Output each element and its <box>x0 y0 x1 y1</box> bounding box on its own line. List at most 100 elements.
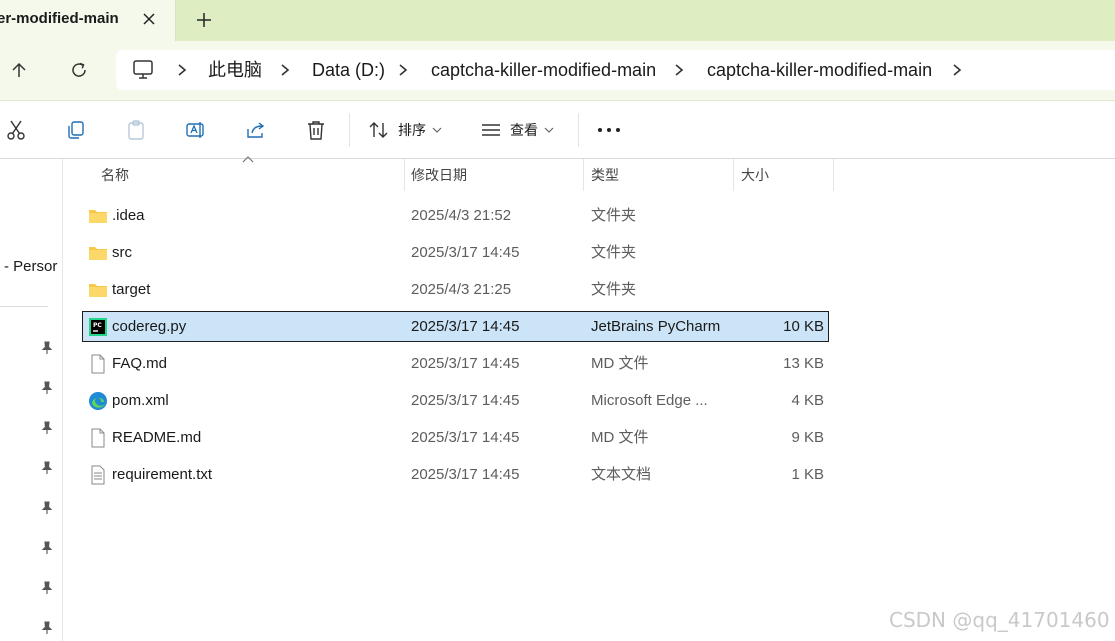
chevron-right-icon[interactable] <box>278 62 292 78</box>
file-size: 13 KB <box>783 355 824 372</box>
file-date: 2025/3/17 14:45 <box>411 466 520 483</box>
breadcrumb-this-pc[interactable]: 此电脑 <box>208 50 262 90</box>
column-divider[interactable] <box>583 159 584 191</box>
file-row[interactable]: src 2025/3/17 14:45 文件夹 <box>82 237 829 268</box>
file-date: 2025/4/3 21:52 <box>411 207 512 224</box>
tab-active[interactable]: er-modified-main <box>0 0 176 41</box>
close-icon[interactable] <box>138 8 160 30</box>
file-name: README.md <box>112 429 202 446</box>
sort-label: 排序 <box>398 122 426 138</box>
rename-icon[interactable] <box>185 117 207 143</box>
chevron-right-icon[interactable] <box>175 62 189 78</box>
chevron-right-icon[interactable] <box>672 62 686 78</box>
column-header-size[interactable]: 大小 <box>741 159 769 191</box>
folder-icon <box>89 210 107 223</box>
file-name: codereg.py <box>112 318 187 335</box>
column-divider[interactable] <box>733 159 734 191</box>
tab-title: er-modified-main <box>0 10 119 27</box>
sidebar-item-onedrive[interactable]: - Persor <box>4 258 62 275</box>
file-name: target <box>112 281 151 298</box>
file-size: 10 KB <box>783 318 824 335</box>
file-date: 2025/3/17 14:45 <box>411 355 520 372</box>
computer-icon <box>132 60 154 85</box>
view-icon <box>482 124 500 136</box>
up-arrow-icon[interactable] <box>6 57 32 83</box>
file-type: 文本文档 <box>591 466 652 483</box>
delete-icon[interactable] <box>305 117 327 143</box>
text-file-icon <box>91 465 105 485</box>
cut-icon[interactable] <box>6 117 26 143</box>
paste-icon[interactable] <box>125 117 147 143</box>
pin-icon <box>41 341 53 354</box>
pin-icon <box>41 461 53 474</box>
file-size: 9 KB <box>791 429 824 446</box>
address-bar[interactable]: 此电脑 Data (D:) captcha-killer-modified-ma… <box>116 50 1115 90</box>
file-name: src <box>112 244 132 261</box>
file-row[interactable]: target 2025/4/3 21:25 文件夹 <box>82 274 829 305</box>
svg-text:PC: PC <box>93 322 102 329</box>
command-bar: 排序 查看 <box>0 101 1115 159</box>
file-name: pom.xml <box>112 392 169 409</box>
pin-icon <box>41 421 53 434</box>
toolbar-divider <box>578 113 579 147</box>
pycharm-file-icon: PC <box>89 318 107 336</box>
sidebar-divider <box>0 306 48 307</box>
file-row[interactable]: FAQ.md 2025/3/17 14:45 MD 文件 13 KB <box>82 348 829 379</box>
new-tab-icon[interactable] <box>192 8 216 32</box>
breadcrumb-subfolder[interactable]: captcha-killer-modified-main <box>707 50 932 90</box>
pin-icon <box>41 501 53 514</box>
edge-file-icon <box>89 392 107 410</box>
file-row[interactable]: pom.xml 2025/3/17 14:45 Microsoft Edge .… <box>82 385 829 416</box>
copy-icon[interactable] <box>65 117 87 143</box>
more-options-icon[interactable] <box>597 117 621 143</box>
file-type: MD 文件 <box>591 355 649 372</box>
navigation-pane: - Persor <box>0 159 63 641</box>
chevron-right-icon[interactable] <box>396 62 410 78</box>
sort-button[interactable]: 排序 <box>368 117 442 143</box>
title-bar: er-modified-main <box>0 0 1115 41</box>
column-header-date[interactable]: 修改日期 <box>411 159 467 191</box>
watermark: CSDN @qq_41701460 <box>889 608 1110 632</box>
share-icon[interactable] <box>245 117 267 143</box>
pin-icon <box>41 581 53 594</box>
file-row[interactable]: .idea 2025/4/3 21:52 文件夹 <box>82 200 829 231</box>
file-type: 文件夹 <box>591 281 637 298</box>
file-date: 2025/3/17 14:45 <box>411 244 520 261</box>
file-name: requirement.txt <box>112 466 213 483</box>
pin-icon <box>41 621 53 634</box>
pin-icon <box>41 541 53 554</box>
view-label: 查看 <box>510 122 538 138</box>
file-row-selected[interactable]: PC codereg.py 2025/3/17 14:45 JetBrains … <box>82 311 829 342</box>
document-icon <box>91 354 105 374</box>
view-button[interactable]: 查看 <box>480 117 554 143</box>
sort-icon <box>369 122 388 138</box>
file-type: 文件夹 <box>591 244 637 261</box>
file-type: 文件夹 <box>591 207 637 224</box>
file-date: 2025/3/17 14:45 <box>411 429 520 446</box>
file-name: .idea <box>112 207 145 224</box>
column-divider[interactable] <box>404 159 405 191</box>
refresh-icon[interactable] <box>66 57 92 83</box>
breadcrumb-folder[interactable]: captcha-killer-modified-main <box>431 50 656 90</box>
file-date: 2025/3/17 14:45 <box>411 318 520 335</box>
chevron-down-icon <box>544 127 554 133</box>
sort-ascending-icon <box>242 156 254 163</box>
file-date: 2025/3/17 14:45 <box>411 392 520 409</box>
file-date: 2025/4/3 21:25 <box>411 281 512 298</box>
file-size: 4 KB <box>791 392 824 409</box>
chevron-right-icon[interactable] <box>950 62 964 78</box>
file-type: Microsoft Edge ... <box>591 392 708 409</box>
column-header-name[interactable]: 名称 <box>101 159 129 191</box>
chevron-down-icon <box>432 127 442 133</box>
column-header-type[interactable]: 类型 <box>591 159 619 191</box>
folder-icon <box>89 247 107 260</box>
file-row[interactable]: README.md 2025/3/17 14:45 MD 文件 9 KB <box>82 422 829 453</box>
navigation-bar: 此电脑 Data (D:) captcha-killer-modified-ma… <box>0 41 1115 101</box>
file-row[interactable]: requirement.txt 2025/3/17 14:45 文本文档 1 K… <box>82 459 829 490</box>
breadcrumb-drive[interactable]: Data (D:) <box>312 50 385 90</box>
document-icon <box>91 428 105 448</box>
column-divider[interactable] <box>833 159 834 191</box>
file-size: 1 KB <box>791 466 824 483</box>
toolbar-divider <box>349 113 350 147</box>
file-type: JetBrains PyCharm <box>591 318 721 335</box>
